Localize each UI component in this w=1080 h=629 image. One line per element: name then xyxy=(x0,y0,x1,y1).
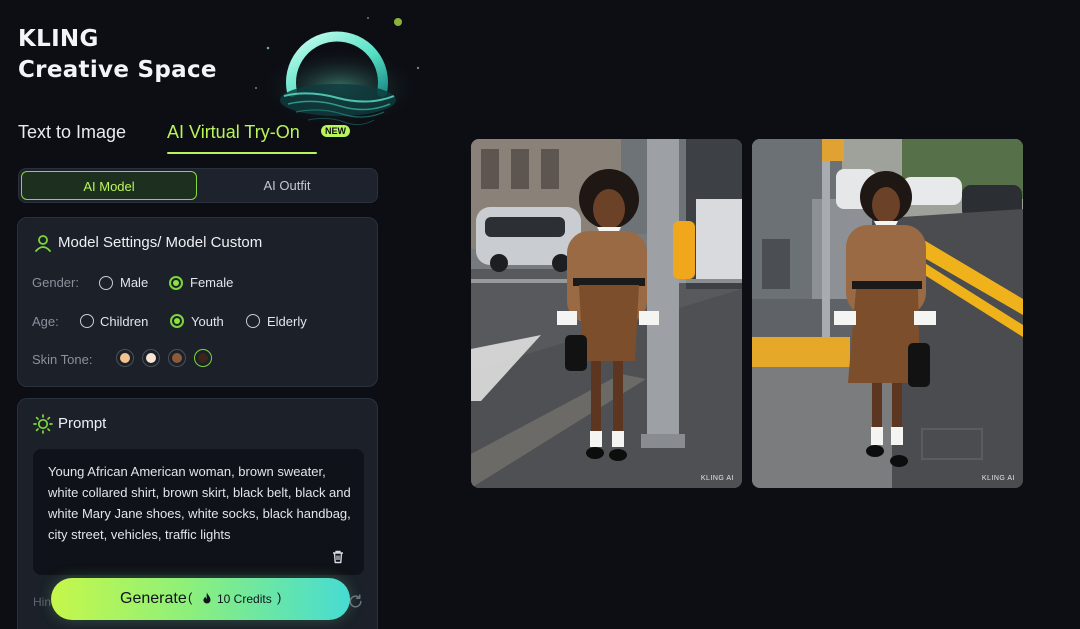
watermark-2: KLING AI xyxy=(981,475,1015,482)
model-settings-panel: Model Settings/ Model Custom Gender: Mal… xyxy=(17,217,378,387)
trash-icon[interactable] xyxy=(330,549,346,565)
radio-female[interactable] xyxy=(169,276,183,290)
tab-text-to-image[interactable]: Text to Image xyxy=(18,118,126,146)
hint-text: Hin xyxy=(33,595,52,609)
skin-tone-dark-swatch[interactable] xyxy=(194,349,212,367)
prompt-title: Prompt xyxy=(58,415,107,432)
radio-elderly[interactable] xyxy=(246,314,260,328)
skin-tone-fair-swatch[interactable] xyxy=(142,349,160,367)
age-label: Age: xyxy=(32,314,59,329)
user-icon xyxy=(35,235,51,252)
model-outfit-toggle: AI Model AI Outfit xyxy=(18,168,378,203)
tab-ai-virtual-try-on[interactable]: AI Virtual Try-On xyxy=(167,118,300,146)
mode-tabs: Text to Image AI Virtual Try-On NEW xyxy=(18,118,378,156)
brand-line-2: Creative Space xyxy=(18,57,217,83)
credits-amount: 10 Credits xyxy=(217,592,272,606)
result-image-1[interactable]: KLING AI xyxy=(471,139,742,488)
gender-option-male[interactable]: Male xyxy=(120,274,148,292)
brand-title: KLING Creative Space xyxy=(18,24,217,86)
skin-tone-light-swatch[interactable] xyxy=(116,349,134,367)
brand-line-1: KLING xyxy=(18,26,99,52)
age-option-elderly[interactable]: Elderly xyxy=(267,313,307,331)
ai-outfit-button[interactable]: AI Outfit xyxy=(199,171,375,200)
active-tab-indicator xyxy=(167,152,317,154)
radio-youth[interactable] xyxy=(170,314,184,328)
flame-icon xyxy=(203,592,211,604)
model-settings-title: Model Settings/ Model Custom xyxy=(58,234,263,251)
new-badge: NEW xyxy=(321,125,350,137)
prompt-textarea[interactable]: Young African American woman, brown swea… xyxy=(33,449,364,575)
generate-label: Generate xyxy=(120,590,187,607)
skin-tone-label: Skin Tone: xyxy=(32,352,93,367)
credits-open-paren: ( xyxy=(188,590,193,605)
credits-close-paren: ) xyxy=(277,590,282,605)
radio-children[interactable] xyxy=(80,314,94,328)
result-image-2[interactable]: KLING AI xyxy=(752,139,1023,488)
prompt-text[interactable]: Young African American woman, brown swea… xyxy=(48,461,353,545)
ai-model-button[interactable]: AI Model xyxy=(21,171,197,200)
watermark-1: KLING AI xyxy=(700,475,734,482)
age-option-youth[interactable]: Youth xyxy=(191,313,224,331)
generate-button[interactable]: Generate ( 10 Credits ) xyxy=(51,578,350,620)
gender-option-female[interactable]: Female xyxy=(190,274,233,292)
skin-tone-brown-swatch[interactable] xyxy=(168,349,186,367)
gender-label: Gender: xyxy=(32,275,79,290)
sun-icon xyxy=(33,414,53,434)
age-option-children[interactable]: Children xyxy=(100,313,148,331)
hero-ring-illustration xyxy=(248,8,428,136)
radio-male[interactable] xyxy=(99,276,113,290)
